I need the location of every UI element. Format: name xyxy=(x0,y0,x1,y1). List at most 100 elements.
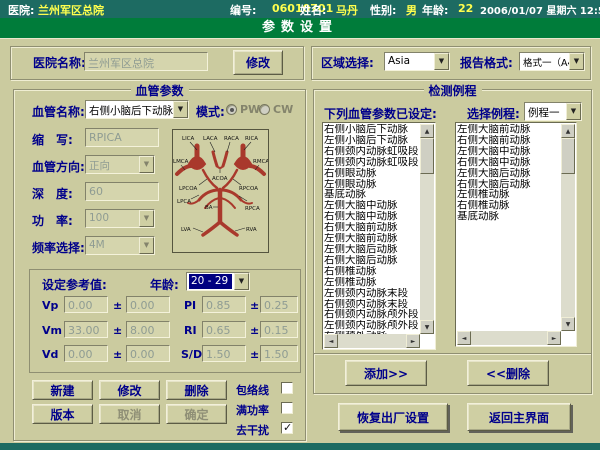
pi-value-field[interactable]: 0.85 xyxy=(202,296,246,313)
pw-radio[interactable] xyxy=(226,104,237,115)
sd-tolerance-field[interactable]: 1.50 xyxy=(260,345,298,362)
add-button[interactable]: 添加>> xyxy=(345,360,427,386)
scrollbar-thumb[interactable] xyxy=(420,138,434,174)
list-item[interactable]: 右侧颈内动脉颅外段 xyxy=(324,309,420,320)
vd-value-field[interactable]: 0.00 xyxy=(64,345,108,362)
depth-field[interactable]: 60 xyxy=(85,182,159,201)
chevron-down-icon[interactable]: ▼ xyxy=(234,273,249,290)
frequency-combobox[interactable]: 4M ▼ xyxy=(85,236,155,255)
vm-value-field[interactable]: 33.00 xyxy=(64,321,108,338)
scroll-up-icon[interactable]: ▲ xyxy=(420,124,434,138)
hospital-name-field[interactable]: 兰州军区总院 xyxy=(84,52,208,71)
list-item[interactable]: 右侧小脑后下动脉 xyxy=(324,124,420,135)
list-item[interactable]: 左侧大脑后动脉 xyxy=(324,244,420,255)
list-item[interactable]: 左侧大脑前动脉 xyxy=(324,233,420,244)
vertical-scrollbar[interactable]: ▲ ▼ xyxy=(561,124,575,331)
list-item[interactable]: 右侧大脑中动脉 xyxy=(457,157,561,168)
vessel-name-combobox[interactable]: 右侧小脑后下动脉 ▼ xyxy=(85,100,189,119)
select-routine-label: 选择例程: xyxy=(467,105,520,122)
list-item[interactable]: 右侧颈内动脉虹吸段 xyxy=(324,146,420,157)
ri-value-field[interactable]: 0.65 xyxy=(202,321,246,338)
vp-label: Vp xyxy=(42,299,58,312)
chevron-down-icon[interactable]: ▼ xyxy=(139,156,154,173)
list-item[interactable]: 右侧大脑前动脉 xyxy=(457,135,561,146)
vm-label: Vm xyxy=(42,324,62,337)
list-item[interactable]: 右侧大脑前动脉 xyxy=(324,222,420,233)
chevron-down-icon[interactable]: ▼ xyxy=(566,103,581,120)
abbr-field[interactable]: RPICA xyxy=(85,128,159,147)
depth-label: 深 度: xyxy=(32,185,73,202)
chevron-down-icon[interactable]: ▼ xyxy=(173,101,188,118)
list-item[interactable]: 左侧大脑后动脉 xyxy=(457,168,561,179)
list-item[interactable]: 左侧大脑中动脉 xyxy=(324,200,420,211)
scroll-down-icon[interactable]: ▼ xyxy=(561,317,575,331)
list-item[interactable]: 左侧颈内动脉末段 xyxy=(324,288,420,299)
list-item[interactable]: 左侧颈内动脉虹吸段 xyxy=(324,157,420,168)
list-item[interactable]: 左侧椎动脉 xyxy=(324,277,420,288)
scroll-up-icon[interactable]: ▲ xyxy=(561,124,575,138)
ok-button[interactable]: 确定 xyxy=(166,404,227,424)
list-item[interactable]: 左侧大脑前动脉 xyxy=(457,124,561,135)
list-item[interactable]: 右侧颈内动脉末段 xyxy=(324,299,420,310)
factory-reset-button[interactable]: 恢复出厂设置 xyxy=(338,403,448,431)
cw-radio-label: CW xyxy=(273,103,293,116)
scrollbar-thumb[interactable] xyxy=(561,138,575,174)
vp-value-field[interactable]: 0.00 xyxy=(64,296,108,313)
list-item[interactable]: 右侧椎动脉 xyxy=(324,266,420,277)
full-power-checkbox[interactable] xyxy=(281,402,293,414)
ri-tolerance-field[interactable]: 0.15 xyxy=(260,321,298,338)
return-main-button[interactable]: 返回主界面 xyxy=(467,403,571,431)
scroll-left-icon[interactable]: ◄ xyxy=(457,331,471,345)
delete-button[interactable]: 删除 xyxy=(166,380,227,400)
list-item[interactable]: 基底动脉 xyxy=(457,211,561,222)
list-item[interactable]: 右侧眼动脉 xyxy=(324,168,420,179)
chevron-down-icon[interactable]: ▼ xyxy=(569,53,584,70)
vm-tolerance-field[interactable]: 8.00 xyxy=(126,321,170,338)
vertical-scrollbar[interactable]: ▲ ▼ xyxy=(420,124,434,334)
modify-hospital-button[interactable]: 修改 xyxy=(233,50,283,75)
bottom-bar xyxy=(0,443,600,450)
list-item[interactable]: 右侧大脑后动脉 xyxy=(324,255,420,266)
horizontal-scrollbar[interactable]: ◄ ► xyxy=(324,334,420,348)
diagram-label: RICA xyxy=(245,136,258,142)
list-item[interactable]: 左侧椎动脉 xyxy=(457,189,561,200)
direction-combobox[interactable]: 正向 ▼ xyxy=(85,155,155,174)
report-format-combobox[interactable]: 格式一（A4） ▼ xyxy=(519,52,585,71)
vp-tolerance-field[interactable]: 0.00 xyxy=(126,296,170,313)
selected-vessels-listbox[interactable]: 左侧大脑前动脉右侧大脑前动脉左侧大脑中动脉右侧大脑中动脉左侧大脑后动脉右侧大脑后… xyxy=(455,122,577,347)
age-range-combobox[interactable]: 20 - 29 ▼ xyxy=(186,272,250,291)
chevron-down-icon[interactable]: ▼ xyxy=(434,53,449,70)
region-combobox[interactable]: Asia ▼ xyxy=(384,52,450,71)
available-vessels-listbox[interactable]: 右侧小脑后下动脉左侧小脑后下动脉右侧颈内动脉虹吸段左侧颈内动脉虹吸段右侧眼动脉左… xyxy=(322,122,436,350)
envelope-checkbox[interactable] xyxy=(281,382,293,394)
list-item[interactable]: 右侧大脑中动脉 xyxy=(324,211,420,222)
new-button[interactable]: 新建 xyxy=(32,380,93,400)
cancel-button[interactable]: 取消 xyxy=(99,404,160,424)
chevron-down-icon[interactable]: ▼ xyxy=(139,210,154,227)
list-item[interactable]: 左侧小脑后下动脉 xyxy=(324,135,420,146)
chevron-down-icon[interactable]: ▼ xyxy=(139,237,154,254)
power-combobox[interactable]: 100 ▼ xyxy=(85,209,155,228)
list-item[interactable]: 左侧眼动脉 xyxy=(324,179,420,190)
list-item[interactable]: 基底动脉 xyxy=(324,189,420,200)
cw-radio[interactable] xyxy=(259,104,270,115)
scroll-left-icon[interactable]: ◄ xyxy=(324,334,338,348)
pi-tolerance-field[interactable]: 0.25 xyxy=(260,296,298,313)
vd-tolerance-field[interactable]: 0.00 xyxy=(126,345,170,362)
list-item[interactable]: 右侧椎动脉 xyxy=(457,200,561,211)
scroll-down-icon[interactable]: ▼ xyxy=(420,320,434,334)
scroll-right-icon[interactable]: ► xyxy=(547,331,561,345)
remove-button[interactable]: <<删除 xyxy=(467,360,549,386)
list-item[interactable]: 右侧大脑后动脉 xyxy=(457,179,561,190)
report-format-label: 报告格式: xyxy=(460,54,513,71)
horizontal-scrollbar[interactable]: ◄ ► xyxy=(457,331,561,345)
list-item[interactable]: 左侧颈内动脉颅外段 xyxy=(324,320,420,331)
modify-button[interactable]: 修改 xyxy=(99,380,160,400)
pi-label: PI xyxy=(184,299,196,312)
list-item[interactable]: 左侧大脑中动脉 xyxy=(457,146,561,157)
sd-value-field[interactable]: 1.50 xyxy=(202,345,246,362)
routine-combobox[interactable]: 例程一 ▼ xyxy=(524,102,582,121)
denoise-checkbox[interactable] xyxy=(281,422,293,434)
scroll-right-icon[interactable]: ► xyxy=(406,334,420,348)
version-button[interactable]: 版本 xyxy=(32,404,93,424)
